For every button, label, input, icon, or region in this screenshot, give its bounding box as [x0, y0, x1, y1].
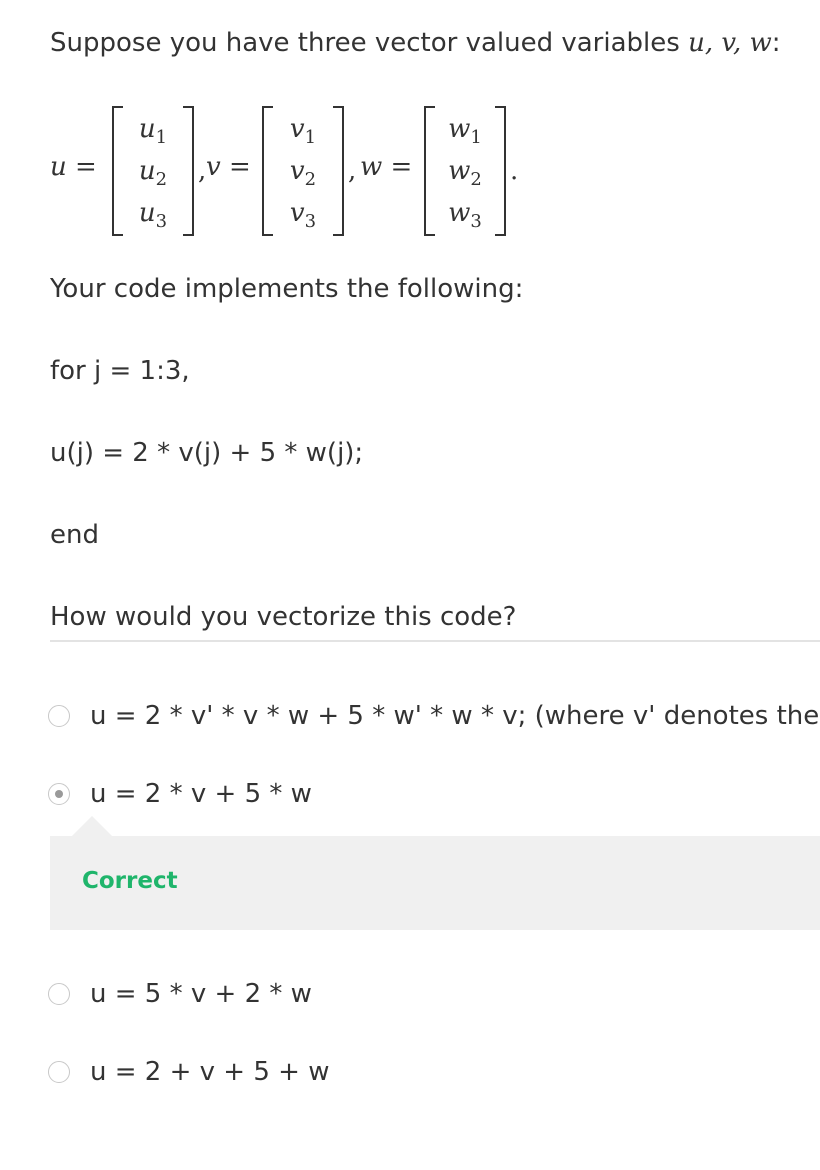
v-entry-3: v3 — [289, 198, 317, 233]
code-line-1: for j = 1:3, — [50, 356, 190, 386]
radio-button[interactable] — [48, 1061, 70, 1083]
intro-suffix: : — [771, 28, 781, 58]
option-1[interactable]: u = 2 * v' * v * w + 5 * w' * w * v; (wh… — [48, 696, 820, 736]
selected-dot — [55, 790, 63, 798]
option-3[interactable]: u = 5 * v + 2 * w — [48, 974, 312, 1014]
w-entry-1: w1 — [448, 114, 482, 149]
question-text: How would you vectorize this code? — [50, 602, 517, 632]
u-vector: u1 u2 u3 — [112, 106, 194, 236]
feedback-panel: Correct — [50, 836, 820, 930]
option-label: u = 2 * v' * v * w + 5 * w' * w * v; (wh… — [90, 701, 820, 731]
w-entry-3: w3 — [448, 198, 482, 233]
feedback-pointer — [72, 816, 112, 836]
comma: , — [348, 156, 357, 186]
vector-definitions: u = u1 u2 u3 , v = v1 v2 v3 , w = w1 w2 … — [0, 98, 820, 240]
w-label: w = — [360, 152, 413, 182]
option-label: u = 2 + v + 5 + w — [90, 1057, 330, 1087]
intro-text: Suppose you have three vector valued var… — [50, 28, 781, 58]
code-line-2: u(j) = 2 * v(j) + 5 * w(j); — [50, 438, 364, 468]
intro-vars: u, v, w — [688, 28, 772, 58]
intro-prefix: Suppose you have three vector valued var… — [50, 28, 689, 58]
option-2[interactable]: u = 2 * v + 5 * w — [48, 774, 312, 814]
radio-button[interactable] — [48, 705, 70, 727]
w-entry-2: w2 — [448, 156, 482, 191]
v-entry-2: v2 — [289, 156, 317, 191]
period: . — [510, 156, 519, 186]
option-label: u = 2 * v + 5 * w — [90, 779, 312, 809]
u-entry-3: u3 — [138, 198, 168, 233]
radio-button[interactable] — [48, 983, 70, 1005]
u-entry-2: u2 — [138, 156, 168, 191]
v-vector: v1 v2 v3 — [262, 106, 344, 236]
v-label: v = — [206, 152, 251, 182]
v-entry-1: v1 — [289, 114, 317, 149]
u-label: u = — [50, 152, 97, 182]
feedback-text: Correct — [82, 868, 178, 894]
radio-button-selected[interactable] — [48, 783, 70, 805]
code-intro: Your code implements the following: — [50, 274, 524, 304]
w-vector: w1 w2 w3 — [424, 106, 506, 236]
code-line-3: end — [50, 520, 99, 550]
option-4[interactable]: u = 2 + v + 5 + w — [48, 1052, 329, 1092]
question-divider — [50, 640, 820, 642]
option-label: u = 5 * v + 2 * w — [90, 979, 312, 1009]
u-entry-1: u1 — [138, 114, 168, 149]
